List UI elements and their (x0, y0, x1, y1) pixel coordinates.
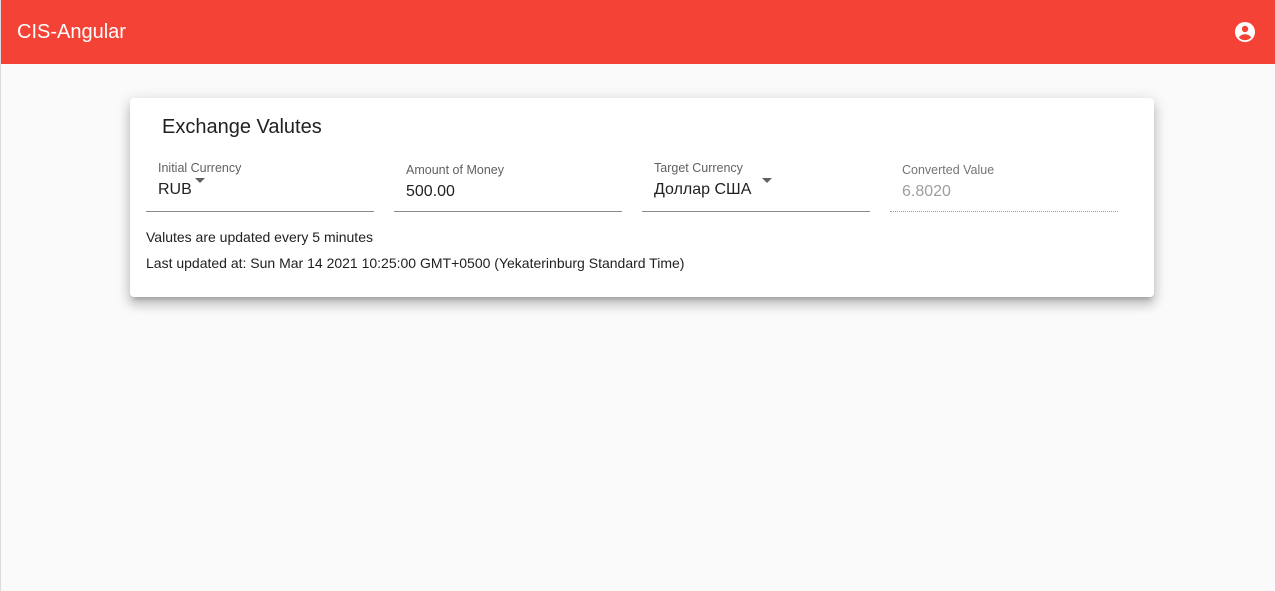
last-updated-text: Last updated at: Sun Mar 14 2021 10:25:0… (146, 255, 685, 271)
chevron-down-icon (195, 178, 205, 183)
target-currency-value: Доллар США (654, 181, 752, 198)
initial-currency-label: Initial Currency (158, 161, 242, 175)
initial-currency-value: RUB (158, 181, 192, 198)
converted-field: Converted Value (890, 161, 1118, 213)
converted-underline (890, 211, 1118, 212)
account-circle-icon (1235, 22, 1255, 42)
chevron-down-icon (762, 178, 772, 183)
top-toolbar: CIS-Angular (1, 0, 1275, 64)
card-title: Exchange Valutes (162, 116, 322, 138)
account-button[interactable] (1225, 12, 1265, 52)
target-currency-underline (642, 211, 870, 212)
amount-underline (394, 211, 622, 212)
app-frame: CIS-Angular Exchange Valutes Initial Cur… (0, 0, 1275, 591)
target-currency-select[interactable]: Target Currency Доллар США (642, 161, 870, 213)
initial-currency-underline (146, 211, 374, 212)
amount-field: Amount of Money (394, 161, 622, 213)
amount-label: Amount of Money (406, 163, 504, 177)
converted-input (902, 183, 1102, 201)
target-currency-label: Target Currency (654, 161, 743, 175)
amount-input[interactable] (406, 183, 606, 201)
app-title: CIS-Angular (17, 21, 126, 43)
exchange-card: Exchange Valutes Initial Currency RUB Am… (130, 98, 1154, 297)
initial-currency-select[interactable]: Initial Currency RUB (146, 161, 374, 213)
converted-label: Converted Value (902, 163, 995, 177)
update-note: Valutes are updated every 5 minutes (146, 229, 373, 245)
